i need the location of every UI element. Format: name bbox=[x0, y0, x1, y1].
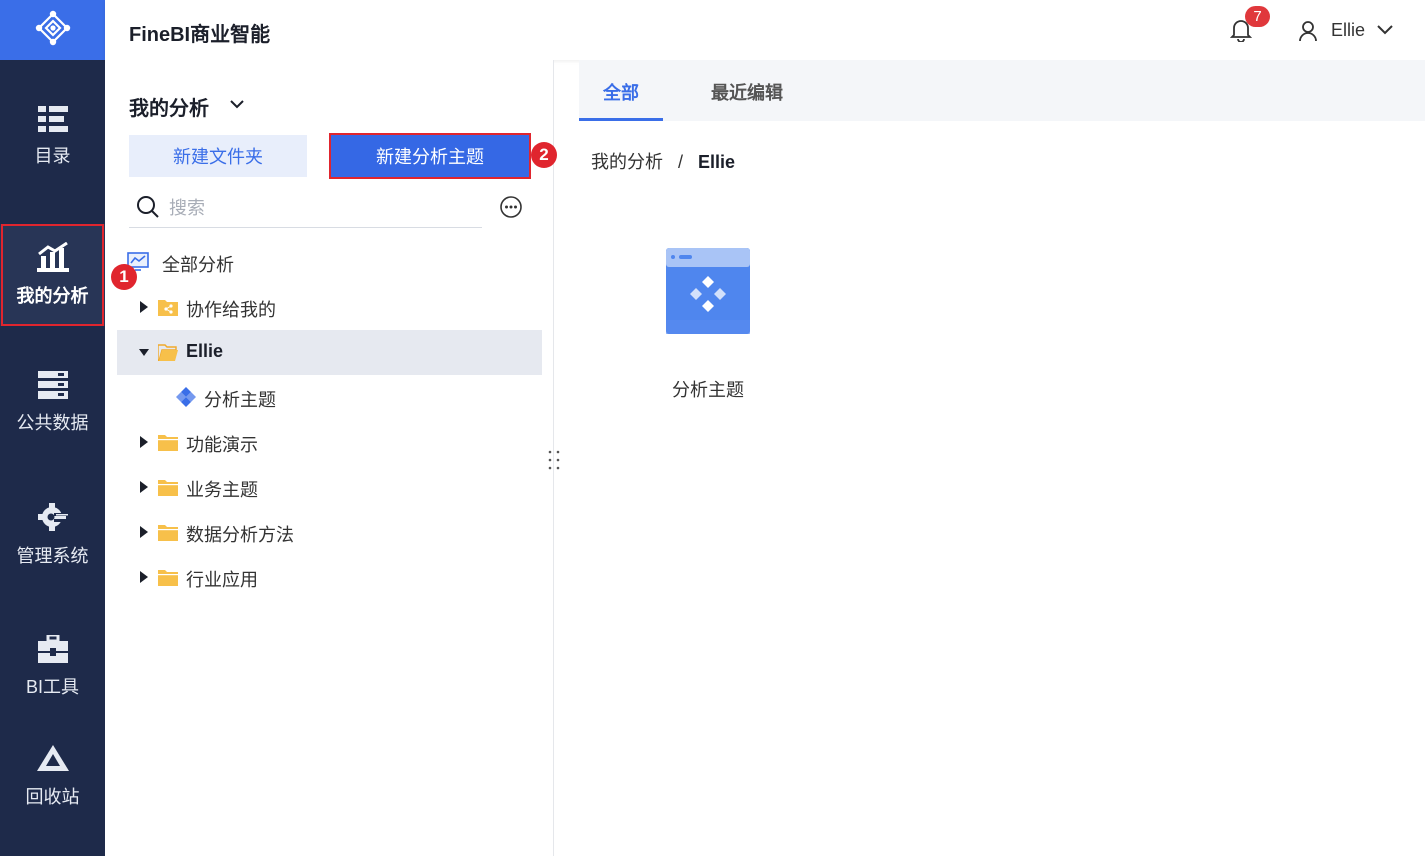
tree-label: 分析主题 bbox=[204, 390, 276, 410]
expand-arrow-icon[interactable] bbox=[140, 526, 148, 538]
breadcrumb-root[interactable]: 我的分析 bbox=[591, 152, 663, 172]
nav-label: 公共数据 bbox=[16, 413, 89, 433]
nav-item-bi-tools[interactable]: BI工具 bbox=[0, 616, 105, 718]
app-title: FineBI商业智能 bbox=[129, 24, 271, 46]
user-icon[interactable] bbox=[1298, 20, 1318, 42]
shared-folder-icon bbox=[158, 300, 178, 316]
chevron-down-icon[interactable] bbox=[229, 99, 245, 110]
search-input[interactable]: 搜索 bbox=[169, 194, 205, 220]
tree-label: 行业应用 bbox=[186, 570, 258, 590]
public-data-icon bbox=[37, 371, 68, 399]
resize-handle-icon[interactable] bbox=[547, 449, 561, 471]
tree-label: 业务主题 bbox=[186, 480, 258, 500]
breadcrumb-current: Ellie bbox=[698, 152, 736, 172]
finebi-logo-icon bbox=[35, 10, 70, 46]
nav-label: 管理系统 bbox=[16, 546, 89, 566]
nav-label: BI工具 bbox=[25, 677, 79, 697]
tree-item-industry-apps[interactable]: 行业应用 bbox=[117, 555, 542, 600]
analysis-subject-icon bbox=[176, 387, 196, 407]
chevron-down-icon[interactable] bbox=[1376, 24, 1394, 36]
tree-label: 数据分析方法 bbox=[186, 525, 294, 545]
tree-item-shared-with-me[interactable]: 协作给我的 bbox=[117, 285, 542, 330]
catalog-icon bbox=[37, 106, 68, 132]
folder-open-icon bbox=[158, 344, 178, 361]
more-options-icon[interactable] bbox=[500, 196, 522, 218]
analysis-panel: 我的分析 新建文件夹 新建分析主题 搜索 全部分析 协作给我的 Ellie 分析… bbox=[105, 60, 554, 856]
new-folder-button[interactable]: 新建文件夹 bbox=[129, 135, 307, 177]
tab-recent[interactable]: 最近编辑 bbox=[711, 79, 783, 105]
collapse-arrow-icon[interactable] bbox=[139, 349, 149, 356]
left-nav: 目录 我的分析 公共数据 管理系统 BI工具 回收站 bbox=[0, 0, 105, 856]
expand-arrow-icon[interactable] bbox=[140, 481, 148, 493]
tree-item-ellie[interactable]: Ellie bbox=[117, 330, 542, 375]
analysis-subject-large-icon[interactable] bbox=[666, 248, 750, 334]
content-item-label[interactable]: 分析主题 bbox=[658, 376, 758, 402]
content-tabs: 全部 最近编辑 bbox=[579, 60, 1425, 121]
tree-item-feature-demo[interactable]: 功能演示 bbox=[117, 420, 542, 465]
gear-icon bbox=[37, 503, 68, 531]
tree-label: Ellie bbox=[186, 341, 224, 361]
search-underline bbox=[129, 227, 482, 228]
tree-label: 协作给我的 bbox=[186, 300, 276, 320]
nav-label: 目录 bbox=[34, 146, 71, 166]
expand-arrow-icon[interactable] bbox=[140, 301, 148, 313]
recycle-icon bbox=[36, 745, 69, 771]
tree-label: 全部分析 bbox=[162, 255, 234, 275]
tree-item-all-analysis[interactable]: 全部分析 bbox=[117, 240, 542, 285]
active-tab-indicator bbox=[579, 118, 663, 121]
annotation-step-1: 1 bbox=[111, 264, 137, 290]
expand-arrow-icon[interactable] bbox=[140, 571, 148, 583]
nav-item-public-data[interactable]: 公共数据 bbox=[0, 352, 105, 454]
tab-all[interactable]: 全部 bbox=[603, 79, 639, 105]
user-name[interactable]: Ellie bbox=[1331, 20, 1365, 41]
tree-label: 功能演示 bbox=[186, 435, 258, 455]
top-bar: FineBI商业智能 7 Ellie bbox=[105, 0, 1425, 60]
folder-icon bbox=[158, 525, 178, 541]
folder-icon bbox=[158, 435, 178, 451]
nav-item-recycle[interactable]: 回收站 bbox=[0, 726, 105, 828]
nav-item-management[interactable]: 管理系统 bbox=[0, 484, 105, 586]
panel-title[interactable]: 我的分析 bbox=[129, 92, 209, 121]
folder-icon bbox=[158, 480, 178, 496]
annotation-step-2: 2 bbox=[531, 142, 557, 168]
expand-arrow-icon[interactable] bbox=[140, 436, 148, 448]
folder-icon bbox=[158, 570, 178, 586]
nav-item-catalog[interactable]: 目录 bbox=[0, 86, 105, 188]
tree-item-business-subject[interactable]: 业务主题 bbox=[117, 465, 542, 510]
tree-item-analysis-subject[interactable]: 分析主题 bbox=[117, 375, 542, 420]
app-logo[interactable] bbox=[0, 0, 105, 60]
tree-item-data-analysis-methods[interactable]: 数据分析方法 bbox=[117, 510, 542, 555]
toolbox-icon bbox=[37, 635, 68, 663]
breadcrumb: 我的分析 / Ellie bbox=[591, 148, 735, 174]
notification-badge: 7 bbox=[1245, 6, 1270, 27]
breadcrumb-separator: / bbox=[678, 152, 684, 172]
annotation-box-new-subject bbox=[329, 133, 531, 179]
annotation-box-my-analysis bbox=[1, 224, 104, 326]
nav-label: 回收站 bbox=[25, 787, 80, 807]
search-icon bbox=[137, 196, 159, 218]
